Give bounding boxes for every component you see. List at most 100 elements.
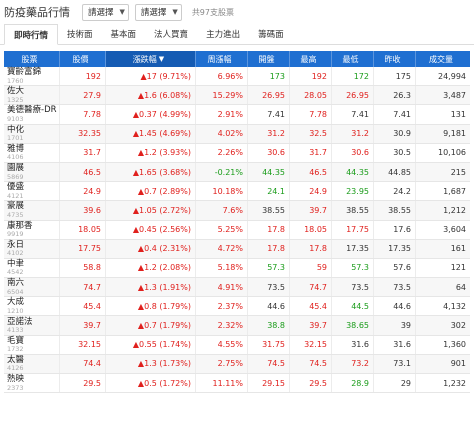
stock-cell[interactable]: 豪展 4735 — [4, 201, 60, 220]
tab-technical[interactable]: 技術面 — [58, 23, 102, 44]
table-row[interactable]: 熱映 2373 29.5 ▲0.5 (1.72%) 11.11% 29.15 29.5 28.… — [4, 374, 470, 394]
high-cell: 74.5 — [290, 354, 332, 373]
col-header-low[interactable]: 最低 — [332, 51, 374, 67]
stock-name[interactable]: 南六 — [7, 279, 24, 288]
table-row[interactable]: 中化 1701 32.35 ▲1.45 (4.69%) 4.02% 31.2 32.5 31.… — [4, 124, 470, 144]
volume-cell: 24,994 — [438, 71, 466, 81]
page-title: 防疫藥品行情 — [4, 6, 70, 19]
week-change-cell: 11.11% — [196, 374, 248, 393]
stock-name[interactable]: 豪展 — [7, 202, 24, 211]
price-cell: 32.15 — [60, 335, 106, 354]
stock-name[interactable]: 優盛 — [7, 183, 24, 192]
change-cell: ▲1.6 (6.08%) — [106, 86, 196, 105]
table-row[interactable]: 大成 1210 45.4 ▲0.8 (1.79%) 2.37% 44.6 45.4 44.5 4… — [4, 297, 470, 317]
table-row[interactable]: 康那香 9919 18.05 ▲0.45 (2.56%) 5.25% 17.8 18.05 1… — [4, 220, 470, 240]
stock-cell[interactable]: 大成 1210 — [4, 297, 60, 316]
volume-cell: 1,232 — [443, 378, 466, 388]
stock-cell[interactable]: 中聿 4542 — [4, 258, 60, 278]
stock-cell[interactable]: 中化 1701 — [4, 124, 60, 143]
stock-name[interactable]: 熱映 — [7, 375, 24, 384]
stock-cell[interactable]: 毛寶 1732 — [4, 335, 60, 354]
table-row[interactable]: 寶齡富錦 1760 192 ▲17 (9.71%) 6.96% 173 192 172 175 2… — [4, 67, 470, 87]
stock-cell[interactable]: 雅博 4106 — [4, 143, 60, 162]
col-header-volume[interactable]: 成交量 — [416, 51, 470, 67]
tab-fundamental[interactable]: 基本面 — [102, 23, 146, 44]
stock-name[interactable]: 中聿 — [7, 260, 24, 269]
stock-code: 2373 — [7, 383, 24, 392]
stock-name[interactable]: 園展 — [7, 164, 24, 173]
stock-cell[interactable]: 亞諾法 4133 — [4, 316, 60, 335]
table-row[interactable]: 永日 4102 17.75 ▲0.4 (2.31%) 4.72% 17.8 17.8 17.3… — [4, 239, 470, 259]
stock-name[interactable]: 太醫 — [7, 356, 24, 365]
open-cell: 24.1 — [248, 182, 290, 201]
stock-code: 6504 — [7, 287, 24, 296]
table-row[interactable]: 太醫 4126 74.4 ▲1.3 (1.73%) 2.75% 74.5 74.5 73.2 7… — [4, 354, 470, 374]
table-row[interactable]: 佐大 1325 27.9 ▲1.6 (6.08%) 15.29% 26.95 28.05 26… — [4, 86, 470, 106]
stock-cell[interactable]: 美德醫療-DR 9103 — [4, 105, 60, 124]
tab-main-force[interactable]: 主力進出 — [197, 23, 249, 44]
col-header-open[interactable]: 開盤 — [248, 51, 290, 67]
volume-cell: 1,212 — [443, 205, 466, 215]
tab-chips[interactable]: 籌碼面 — [249, 23, 293, 44]
stock-cell[interactable]: 佐大 1325 — [4, 86, 60, 105]
chevron-down-icon: ▼ — [172, 8, 178, 16]
stock-name[interactable]: 佐大 — [7, 87, 24, 96]
stock-cell[interactable]: 園展 5869 — [4, 162, 60, 182]
stock-name[interactable]: 康那香 — [7, 222, 33, 231]
col-header-change[interactable]: 漲跌幅 ▼ — [106, 51, 196, 67]
open-cell: 74.5 — [248, 354, 290, 373]
stock-name[interactable]: 雅博 — [7, 145, 24, 154]
stock-code: 9919 — [7, 230, 24, 239]
tab-bar: 即時行情 技術面 基本面 法人買賣 主力進出 籌碼面 — [0, 24, 474, 45]
stock-cell[interactable]: 熱映 2373 — [4, 374, 60, 393]
table-row[interactable]: 中聿 4542 58.8 ▲1.2 (2.08%) 5.18% 57.3 59 57.3 57.… — [4, 258, 470, 279]
table-row[interactable]: 優盛 4121 24.9 ▲0.7 (2.89%) 10.18% 24.1 24.9 23.9… — [4, 182, 470, 202]
stock-name[interactable]: 永日 — [7, 241, 24, 250]
week-change-cell: 6.96% — [196, 67, 248, 86]
prev-close-cell: 175 — [374, 67, 416, 86]
volume-cell: 121 — [450, 263, 466, 273]
stock-name[interactable]: 亞諾法 — [7, 318, 33, 327]
stock-cell[interactable]: 康那香 9919 — [4, 220, 60, 239]
stock-cell[interactable]: 寶齡富錦 1760 — [4, 67, 60, 86]
low-cell: 17.75 — [332, 220, 374, 239]
stock-code: 4735 — [7, 210, 24, 219]
table-row[interactable]: 美德醫療-DR 9103 7.78 ▲0.37 (4.99%) 2.91% 7.41 7.7… — [4, 105, 470, 125]
quotes-table: 股票 股價 漲跌幅 ▼ 周漲幅 開盤 最高 最低 昨收 成交量 寶齡富錦 1760 1… — [4, 51, 470, 394]
stock-name[interactable]: 美德醫療-DR — [7, 106, 57, 115]
col-header-stock[interactable]: 股票 — [4, 51, 60, 67]
col-header-price[interactable]: 股價 — [60, 51, 106, 67]
table-row[interactable]: 毛寶 1732 32.15 ▲0.55 (1.74%) 4.55% 31.75 32.15 3… — [4, 335, 470, 355]
stock-name[interactable]: 寶齡富錦 — [7, 68, 41, 77]
stock-cell[interactable]: 優盛 4121 — [4, 182, 60, 201]
volume-cell: 131 — [450, 109, 466, 119]
week-change-cell: 2.26% — [196, 143, 248, 162]
stock-name[interactable]: 中化 — [7, 126, 24, 135]
stock-cell[interactable]: 太醫 4126 — [4, 354, 60, 373]
col-header-week[interactable]: 周漲幅 — [196, 51, 248, 67]
volume-cell: 4,132 — [443, 301, 466, 311]
tab-realtime[interactable]: 即時行情 — [4, 24, 59, 45]
col-header-prev[interactable]: 昨收 — [374, 51, 416, 67]
change-cell: ▲1.3 (1.73%) — [106, 354, 196, 373]
table-row[interactable]: 亞諾法 4133 39.7 ▲0.7 (1.79%) 2.32% 38.8 39.7 38.6… — [4, 316, 470, 336]
prev-close-cell: 73.5 — [374, 278, 416, 297]
table-row[interactable]: 園展 5869 46.5 ▲1.65 (3.68%) -0.21% 44.35 46.5 44… — [4, 162, 470, 183]
filter-select-1[interactable]: 請選擇 ▼ — [82, 3, 129, 21]
col-header-high[interactable]: 最高 — [290, 51, 332, 67]
prev-close-cell: 38.55 — [374, 201, 416, 220]
stock-cell[interactable]: 南六 6504 — [4, 278, 60, 297]
stock-cell[interactable]: 永日 4102 — [4, 239, 60, 258]
volume-cell: 302 — [450, 321, 466, 331]
stock-name[interactable]: 大成 — [7, 298, 24, 307]
table-row[interactable]: 雅博 4106 31.7 ▲1.2 (3.93%) 2.26% 30.6 31.7 30.6 3… — [4, 143, 470, 163]
table-row[interactable]: 南六 6504 74.7 ▲1.3 (1.91%) 4.91% 73.5 74.7 73.5 7… — [4, 278, 470, 298]
filter-select-2[interactable]: 請選擇 ▼ — [134, 3, 182, 21]
low-cell: 38.65 — [332, 316, 374, 335]
tab-institutional[interactable]: 法人買賣 — [145, 23, 197, 44]
price-cell: 46.5 — [60, 162, 106, 182]
high-cell: 74.7 — [290, 278, 332, 297]
stock-name[interactable]: 毛寶 — [7, 337, 24, 346]
volume-cell: 161 — [450, 244, 466, 254]
table-row[interactable]: 豪展 4735 39.6 ▲1.05 (2.72%) 7.6% 38.55 39.7 38.5… — [4, 201, 470, 221]
